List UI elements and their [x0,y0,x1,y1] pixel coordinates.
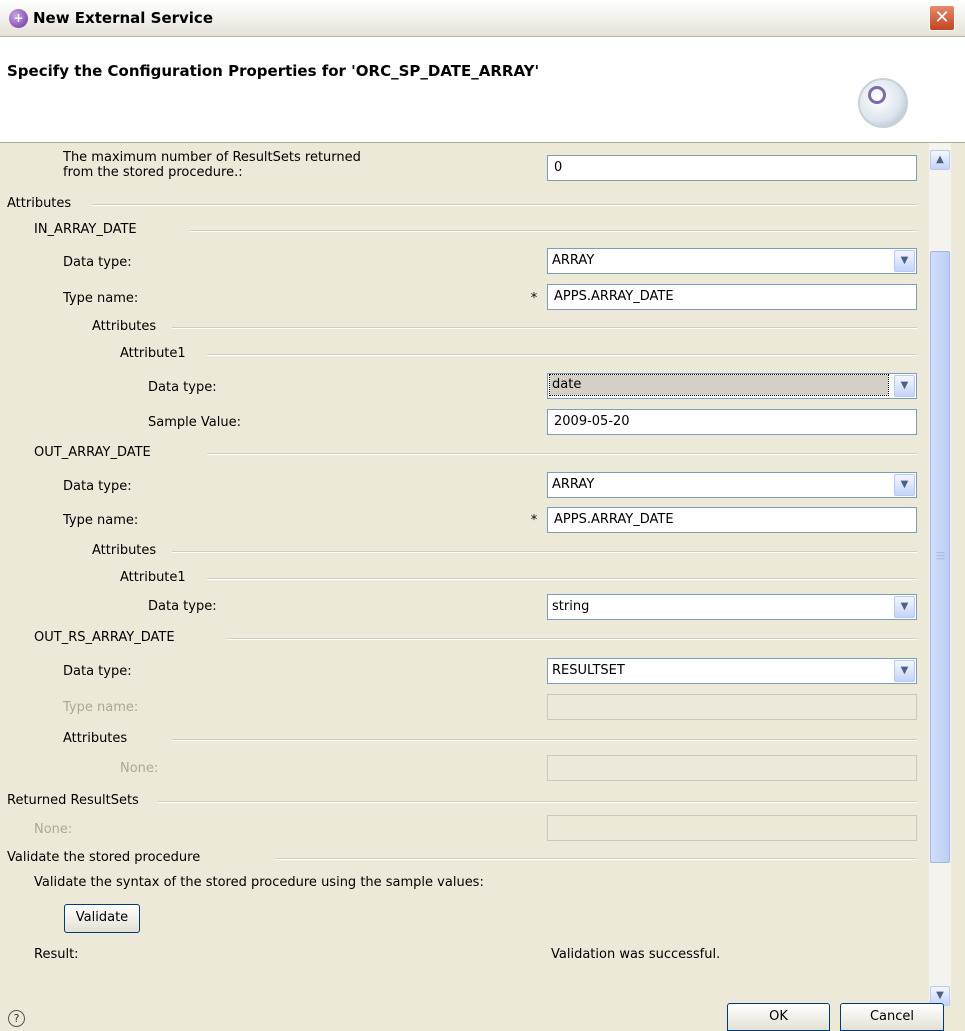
help-icon[interactable]: ? [8,1010,25,1027]
cancel-button[interactable]: Cancel [840,1003,944,1031]
in-data-type-select[interactable]: ARRAY ▼ [547,248,917,274]
rs-attributes-group-label: Attributes [63,731,128,746]
grip-icon: — — — [936,548,945,564]
in-type-name-label: Type name: [63,291,139,306]
group-divider [207,354,917,356]
in-attr-data-type-select[interactable]: date ▼ [547,373,917,399]
attributes-group-label: Attributes [7,196,72,211]
out-attr-data-type-label: Data type: [148,599,217,614]
rs-data-type-value: RESULTSET [552,663,625,678]
group-divider [190,230,917,232]
out-array-date-group-label: OUT_ARRAY_DATE [34,445,151,460]
returned-resultsets-group-label: Returned ResultSets [7,793,139,808]
out-attribute1-group-label: Attribute1 [120,570,186,585]
rs-none-label: None: [120,761,159,776]
ok-button[interactable]: OK [727,1003,830,1031]
required-marker: * [530,291,538,306]
result-label: Result: [34,947,79,962]
chevron-down-icon[interactable]: ▼ [894,596,915,618]
group-divider [207,453,917,455]
group-divider [275,858,917,860]
out-data-type-label: Data type: [63,479,132,494]
wizard-banner-icon [858,78,908,128]
out-data-type-value: ARRAY [552,477,595,492]
returned-none-input [547,815,917,841]
chevron-down-icon[interactable]: ▼ [894,474,915,496]
close-button[interactable]: ✕ [929,5,955,31]
in-attribute1-group-label: Attribute1 [120,346,186,361]
group-divider [172,739,917,741]
out-type-name-label: Type name: [63,513,139,528]
max-resultsets-input[interactable]: 0 [547,155,917,181]
scrollbar-thumb[interactable]: — — — [930,251,950,863]
out-type-name-input[interactable]: APPS.ARRAY_DATE [547,507,917,533]
out-rs-array-date-group-label: OUT_RS_ARRAY_DATE [34,630,175,645]
group-divider [172,551,917,553]
vertical-scrollbar[interactable]: ▲ — — — ▼ [929,143,951,1006]
page-title: Specify the Configuration Properties for… [7,62,540,80]
window-title: New External Service [33,9,213,27]
rs-data-type-select[interactable]: RESULTSET ▼ [547,658,917,684]
max-resultsets-label-line1: The maximum number of ResultSets returne… [63,150,361,165]
rs-type-name-label: Type name: [63,700,139,715]
scroll-up-icon[interactable]: ▲ [930,150,950,170]
in-data-type-label: Data type: [63,255,132,270]
result-value: Validation was successful. [551,947,721,962]
in-attributes-group-label: Attributes [92,319,157,334]
chevron-down-icon[interactable]: ▼ [894,375,915,397]
out-data-type-select[interactable]: ARRAY ▼ [547,472,917,498]
chevron-down-icon[interactable]: ▼ [894,250,915,272]
max-resultsets-label-line2: from the stored procedure.: [63,165,243,180]
properties-form: The maximum number of ResultSets returne… [0,143,929,1000]
title-bar: + New External Service ✕ [0,0,965,37]
in-data-type-value: ARRAY [552,253,595,268]
chevron-down-icon[interactable]: ▼ [894,660,915,682]
group-divider [158,801,917,803]
rs-none-input [547,755,917,781]
returned-none-label: None: [34,822,73,837]
in-type-name-input[interactable]: APPS.ARRAY_DATE [547,284,917,310]
sample-value-input[interactable]: 2009-05-20 [547,409,917,435]
in-attr-data-type-value: date [549,374,889,396]
out-attr-data-type-value: string [552,599,590,614]
group-divider [92,204,917,206]
sample-value-label: Sample Value: [148,415,241,430]
group-divider [227,638,917,640]
validate-description: Validate the syntax of the stored proced… [34,875,484,890]
app-icon: + [9,9,28,28]
out-attributes-group-label: Attributes [92,543,157,558]
group-divider [172,327,917,329]
wizard-header: Specify the Configuration Properties for… [0,37,965,143]
in-array-date-group-label: IN_ARRAY_DATE [34,222,137,237]
validate-button[interactable]: Validate [64,904,140,933]
in-attr-data-type-label: Data type: [148,380,217,395]
rs-data-type-label: Data type: [63,664,132,679]
required-marker: * [530,513,538,528]
group-divider [207,578,917,580]
validate-group-label: Validate the stored procedure [7,850,201,865]
rs-type-name-input [547,694,917,720]
out-attr-data-type-select[interactable]: string ▼ [547,594,917,620]
